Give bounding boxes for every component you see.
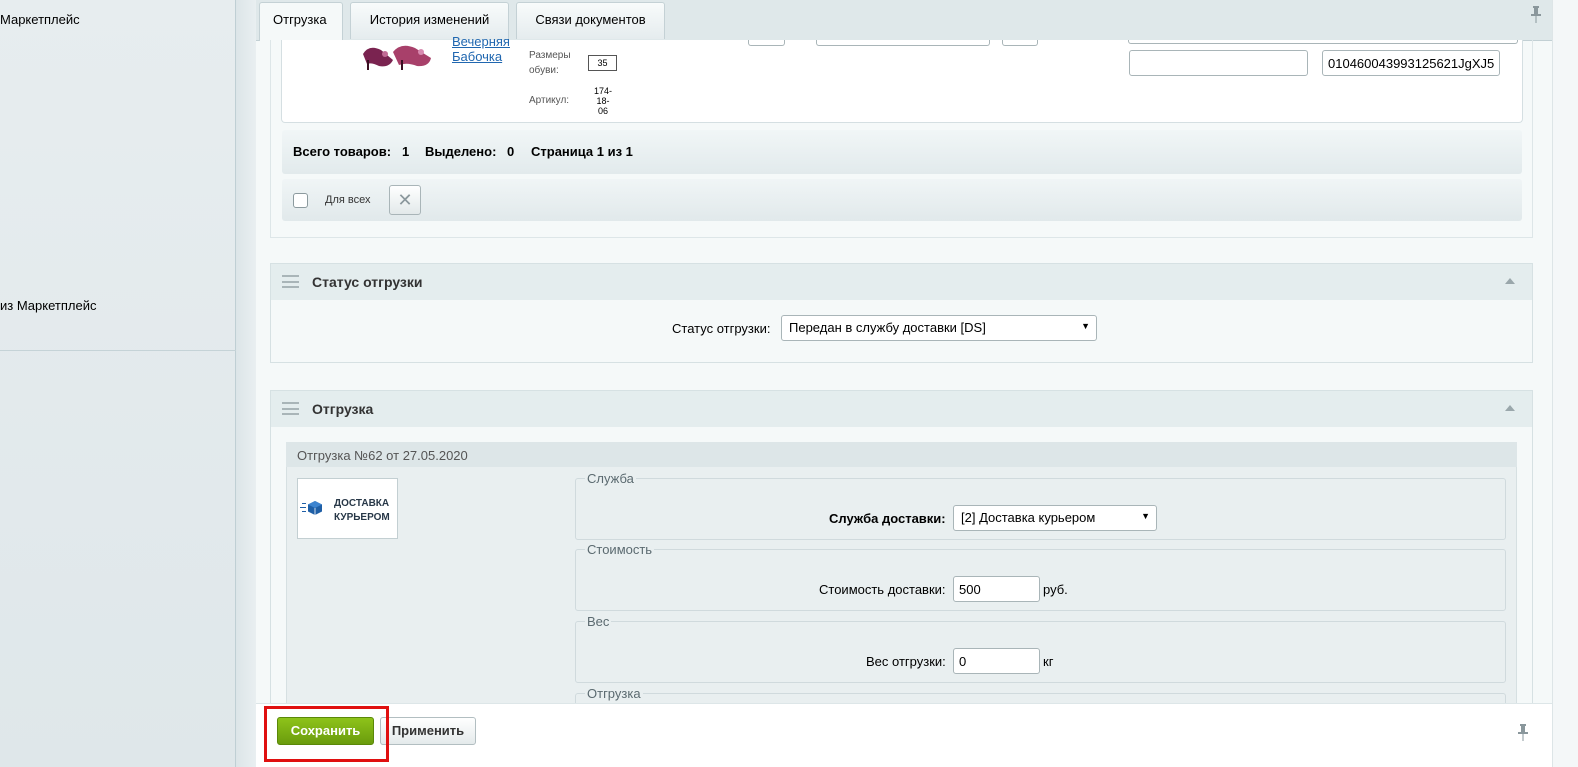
selected-value: 0: [507, 144, 515, 159]
save-highlight-frame: [264, 706, 389, 762]
for-all-checkbox[interactable]: [293, 193, 308, 208]
weight-label: Вес отгрузки:: [866, 654, 946, 669]
product-name-line2[interactable]: Бабочка: [452, 49, 502, 64]
article-value: 174- 18- 06: [593, 86, 612, 116]
delivery-service-logo: ДОСТАВКА КУРЬЕРОМ: [297, 478, 398, 539]
shipment-card-header: [286, 442, 1517, 467]
shipment-section-title: Отгрузка: [312, 401, 374, 417]
pin-icon[interactable]: [1530, 6, 1542, 29]
status-field-label: Статус отгрузки:: [672, 321, 771, 336]
service-legend: Служба: [585, 471, 636, 486]
status-section-title: Статус отгрузки: [312, 274, 423, 290]
total-value: 1: [402, 144, 410, 159]
total-label: Всего товаров:: [293, 144, 392, 159]
article-label: Артикул:: [529, 95, 570, 106]
status-section-header[interactable]: Статус отгрузки: [271, 264, 1532, 300]
left-sidebar: Маркетплейс из Маркетплейс: [0, 0, 236, 767]
weight-legend: Вес: [585, 614, 612, 629]
quantity-button-cut[interactable]: [748, 40, 785, 46]
barcode-input[interactable]: [1129, 50, 1308, 76]
delivery-service-select[interactable]: [2] Доставка курьером ▼: [953, 505, 1157, 531]
footer-pin-icon[interactable]: [1517, 724, 1529, 747]
page-info: Страница 1 из 1: [531, 144, 633, 159]
dropdown-arrow-icon: ▼: [1141, 511, 1150, 521]
unit-button-cut[interactable]: [1002, 40, 1038, 46]
cost-fieldset: [575, 549, 1506, 611]
service-label: Служба доставки:: [829, 511, 946, 526]
sidebar-item-from-marketplace[interactable]: из Маркетплейс: [0, 298, 96, 313]
for-all-label: Для всех: [325, 194, 371, 206]
dropdown-arrow-icon: ▼: [1081, 321, 1090, 331]
collapse-icon[interactable]: [1505, 278, 1515, 284]
collapse-icon[interactable]: [1505, 405, 1515, 411]
shoe-size-label-1: Размеры: [529, 50, 571, 61]
drag-handle-icon[interactable]: [282, 275, 299, 288]
weight-input[interactable]: [953, 648, 1040, 674]
shoe-size-label-2: обуви:: [529, 65, 559, 76]
shipment-number-title: Отгрузка №62 от 27.05.2020: [297, 448, 468, 463]
sidebar-item-marketplace[interactable]: Маркетплейс: [0, 12, 80, 27]
tab-shipment[interactable]: Отгрузка: [259, 2, 343, 41]
drag-handle-icon[interactable]: [282, 402, 299, 415]
marking-code-input[interactable]: [1322, 50, 1500, 76]
shipment-legend: Отгрузка: [585, 686, 643, 701]
weight-fieldset: [575, 621, 1506, 683]
apply-button[interactable]: Применить: [380, 717, 476, 745]
product-image[interactable]: [359, 40, 439, 70]
header-strip-cut: [1128, 40, 1518, 44]
cost-label: Стоимость доставки:: [819, 582, 946, 597]
cost-unit: руб.: [1043, 582, 1068, 597]
delete-button[interactable]: ✕: [389, 185, 421, 215]
price-input-cut[interactable]: [816, 40, 990, 46]
tab-document-links[interactable]: Связи документов: [516, 2, 665, 39]
right-gutter: [1552, 0, 1578, 767]
status-section: Статус отгрузки: [270, 263, 1533, 363]
shoe-size-value[interactable]: 35: [588, 55, 617, 71]
status-select[interactable]: Передан в службу доставки [DS] ▼: [781, 315, 1097, 341]
sidebar-divider: [0, 350, 236, 351]
weight-unit: кг: [1043, 654, 1054, 669]
box-icon: [308, 501, 322, 515]
product-name-line1[interactable]: Вечерняя: [452, 34, 510, 49]
group-action-bar: [282, 179, 1522, 221]
cost-legend: Стоимость: [585, 542, 655, 557]
selected-label: Выделено:: [425, 144, 497, 159]
sidebar-edge: [236, 0, 256, 767]
delivery-cost-input[interactable]: [953, 576, 1040, 602]
shipment-section-header[interactable]: Отгрузка: [271, 391, 1532, 427]
